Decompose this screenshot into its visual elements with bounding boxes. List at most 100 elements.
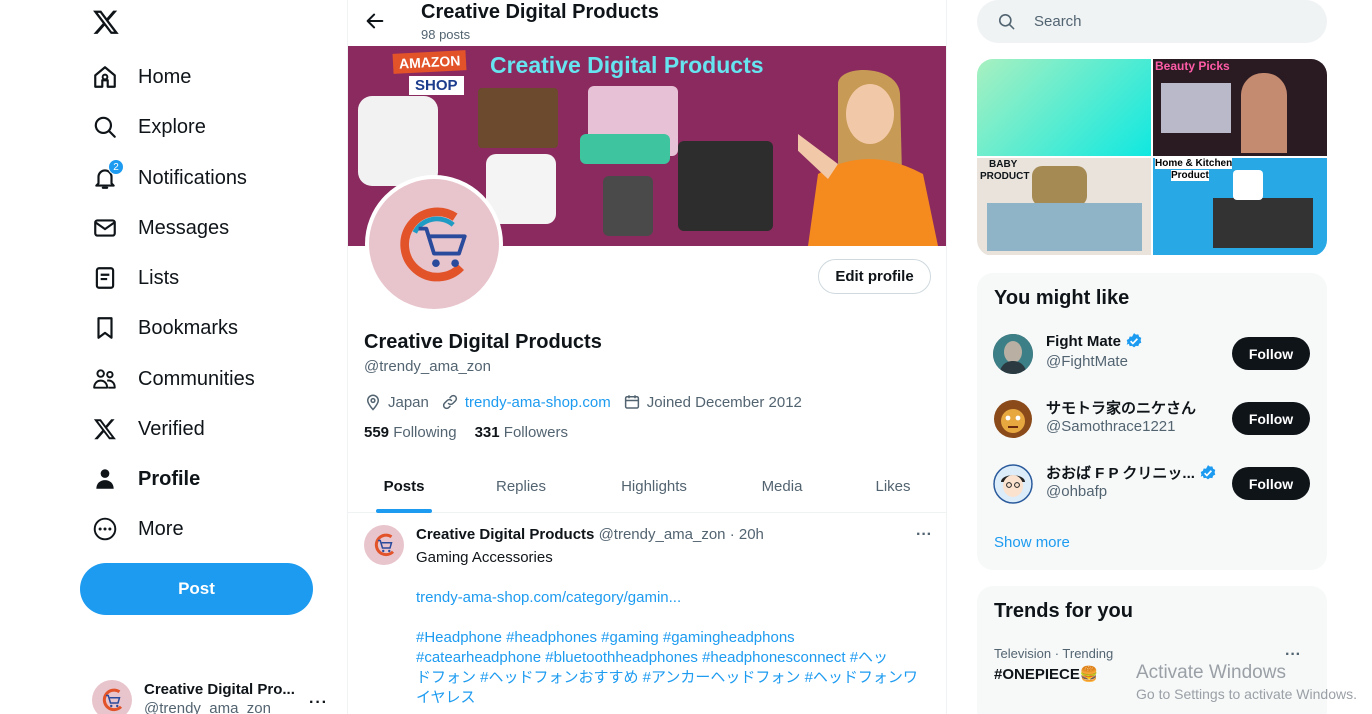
search-icon — [998, 13, 1015, 30]
nav-label: Home — [138, 65, 192, 88]
tab-posts[interactable]: Posts — [348, 460, 460, 513]
follow-button[interactable]: Follow — [1232, 337, 1310, 370]
following-count: 559 — [364, 424, 390, 441]
avatar[interactable] — [364, 525, 404, 565]
right-sidebar: Beauty Picks BABY PRODUCT Home & Kitchen… — [977, 0, 1327, 714]
media-caption: BABY — [989, 159, 1018, 170]
media-thumb[interactable] — [977, 59, 1151, 156]
joined-text: Joined December 2012 — [646, 393, 802, 411]
nav-label: Communities — [138, 367, 255, 390]
post-count: 98 posts — [421, 27, 471, 42]
watermark-subtitle: Go to Settings to activate Windows. — [1136, 686, 1357, 702]
post-hashtags[interactable]: #catearheadphone #bluetoothheadphones #h… — [416, 648, 931, 668]
who-to-follow-title: You might like — [994, 287, 1130, 309]
post-header: Creative Digital Products @trendy_ama_zo… — [416, 526, 764, 543]
user-handle: @FightMate — [1046, 353, 1128, 370]
user-name: サモトラ家のニケさん — [1046, 400, 1197, 417]
woman-pointing-image — [798, 70, 938, 246]
suggested-user[interactable]: サモトラ家のニケさん @Samothrace1221 Follow — [993, 397, 1311, 441]
page-title: Creative Digital Products — [421, 1, 659, 23]
post-handle-time: @trendy_ama_zon · 20h — [598, 526, 764, 543]
show-more-link[interactable]: Show more — [994, 534, 1070, 551]
tab-replies[interactable]: Replies — [460, 460, 582, 513]
model-image — [1241, 73, 1287, 153]
nav-profile[interactable]: Profile — [92, 459, 200, 499]
location-text: Japan — [388, 393, 429, 411]
post-hashtags[interactable]: ドフォン #ヘッドフォンおすすめ #アンカーヘッドフォン #ヘッドフォンワ — [416, 668, 931, 688]
website-link[interactable]: trendy-ama-shop.com — [465, 394, 611, 411]
badge-top-text: AMAZON — [392, 50, 467, 74]
media-thumb[interactable]: BABY PRODUCT — [977, 158, 1151, 255]
account-name: Creative Digital Pro... — [144, 681, 295, 698]
nav-bookmarks[interactable]: Bookmarks — [92, 308, 238, 348]
edit-profile-button[interactable]: Edit profile — [818, 259, 931, 294]
back-arrow-icon[interactable] — [364, 10, 386, 32]
nav-notifications[interactable]: 2 Notifications — [92, 158, 247, 198]
kids-toys-image — [987, 203, 1142, 251]
following-stat[interactable]: 559 Following — [364, 424, 457, 441]
nav-explore[interactable]: Explore — [92, 107, 206, 147]
suggested-user[interactable]: おおば F P クリニッ... @ohbafp Follow — [993, 462, 1311, 506]
person-icon — [92, 466, 118, 492]
post-button[interactable]: Post — [80, 563, 313, 615]
search-icon — [92, 114, 118, 140]
nav-verified[interactable]: Verified — [92, 409, 205, 449]
more-icon[interactable]: ··· — [309, 694, 328, 712]
tab-likes[interactable]: Likes — [838, 460, 946, 513]
followers-stat[interactable]: 331 Followers — [475, 424, 568, 441]
trends-title: Trends for you — [994, 600, 1133, 622]
location: Japan — [364, 393, 429, 411]
nav-label: Verified — [138, 417, 205, 440]
follow-button[interactable]: Follow — [1232, 402, 1310, 435]
media-thumb[interactable]: Beauty Picks — [1153, 59, 1327, 156]
website[interactable]: trendy-ama-shop.com — [441, 393, 611, 411]
media-thumb[interactable]: Home & Kitchen Product — [1153, 158, 1327, 255]
tab-label: Posts — [383, 478, 425, 495]
nav-home[interactable]: Home — [92, 57, 191, 97]
profile-header: Creative Digital Products 98 posts — [348, 0, 946, 46]
post-author-name[interactable]: Creative Digital Products — [416, 526, 594, 543]
cooler-image — [486, 154, 556, 224]
tab-media[interactable]: Media — [726, 460, 838, 513]
nav-messages[interactable]: Messages — [92, 208, 229, 248]
post-hashtags[interactable]: #Headphone #headphones #gaming #gaminghe… — [416, 628, 931, 648]
trend-category: Television · Trending — [994, 646, 1114, 661]
trend-name[interactable]: #ONEPIECE🍔 — [994, 665, 1099, 683]
post-hashtags[interactable]: イヤレス — [416, 688, 931, 708]
nav-more[interactable]: More — [92, 509, 184, 549]
account-switcher[interactable]: Creative Digital Pro... @trendy_ama_zon … — [92, 680, 342, 714]
user-name: Fight Mate — [1046, 332, 1121, 350]
following-label: Following — [393, 424, 457, 441]
dinosaur-toy-image — [1032, 166, 1087, 206]
post-item[interactable]: Creative Digital Products @trendy_ama_zo… — [348, 514, 946, 714]
profile-column: Creative Digital Products 98 posts AMAZO… — [347, 0, 947, 714]
who-to-follow-card: You might like Fight Mate @FightMate Fol… — [977, 273, 1327, 570]
more-icon[interactable]: ··· — [916, 526, 932, 544]
nav-lists[interactable]: Lists — [92, 258, 179, 298]
post-link[interactable]: trendy-ama-shop.com/category/gamin... — [416, 588, 931, 608]
suggested-user[interactable]: Fight Mate @FightMate Follow — [993, 332, 1311, 376]
bottles-image — [603, 176, 653, 236]
profile-avatar[interactable] — [365, 175, 503, 313]
cosmetics-image — [1161, 83, 1231, 133]
search-input[interactable] — [1034, 13, 1294, 30]
avatar[interactable] — [993, 334, 1033, 374]
watermark-title: Activate Windows — [1136, 662, 1286, 683]
nav-label: Notifications — [138, 166, 247, 189]
colorful-items-image — [580, 134, 670, 164]
verified-badge-icon — [1200, 464, 1216, 479]
x-logo-icon[interactable] — [92, 8, 120, 36]
user-name: おおば F P クリニッ... — [1046, 465, 1195, 482]
follow-button[interactable]: Follow — [1232, 467, 1310, 500]
avatar[interactable] — [993, 399, 1033, 439]
profile-handle: @trendy_ama_zon — [364, 358, 491, 375]
nav-communities[interactable]: Communities — [92, 359, 255, 399]
search-box[interactable] — [977, 0, 1327, 43]
cart-logo-icon — [102, 688, 123, 712]
tab-label: Replies — [495, 478, 547, 495]
link-icon — [442, 394, 457, 410]
user-handle: @ohbafp — [1046, 483, 1108, 500]
nav-label: Messages — [138, 216, 230, 239]
tab-highlights[interactable]: Highlights — [582, 460, 726, 513]
avatar[interactable] — [993, 464, 1033, 504]
